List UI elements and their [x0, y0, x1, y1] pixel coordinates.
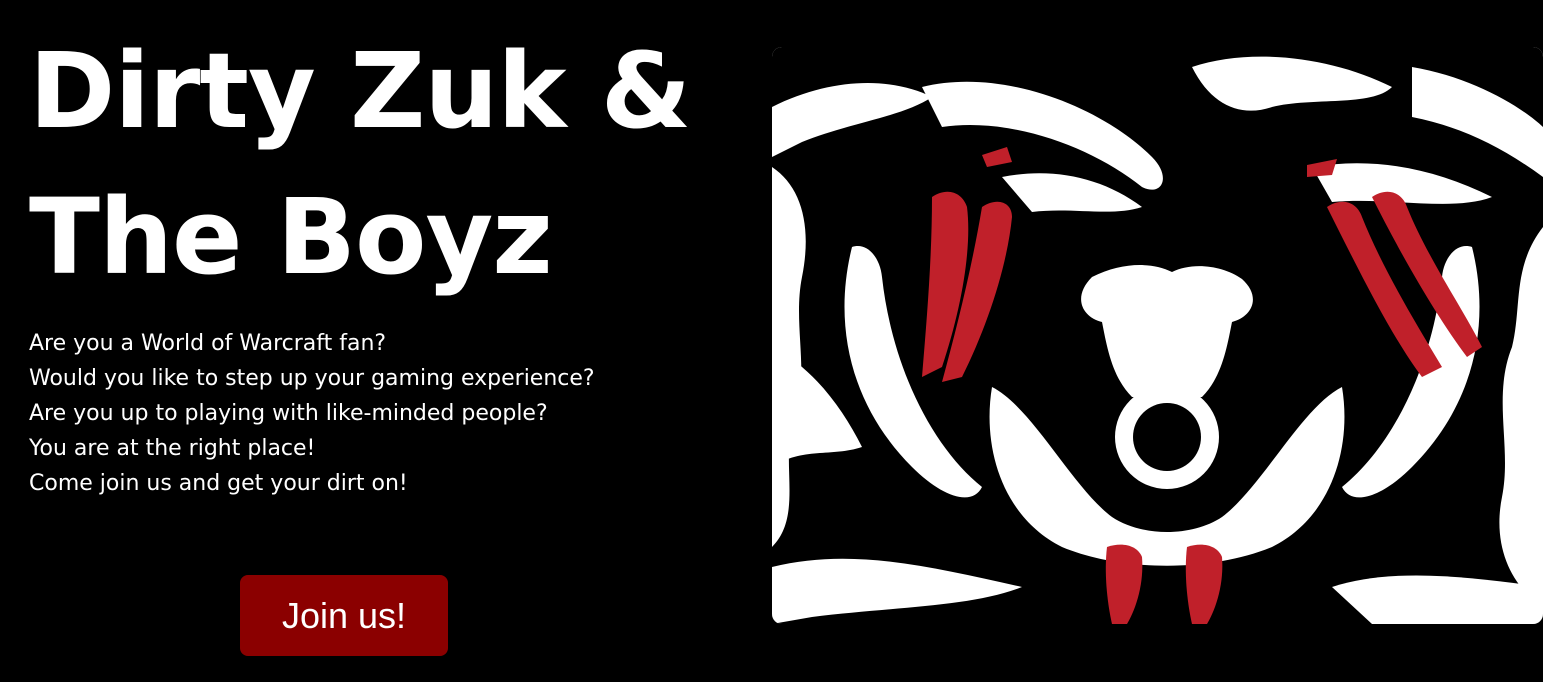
orc-face-image — [772, 47, 1543, 624]
hero-description: Are you a World of Warcraft fan? Would y… — [29, 326, 595, 501]
hero-line: Come join us and get your dirt on! — [29, 471, 408, 496]
hero-line: Are you a World of Warcraft fan? — [29, 331, 387, 356]
hero-line: You are at the right place! — [29, 436, 316, 461]
hero-line: Are you up to playing with like-minded p… — [29, 401, 548, 426]
join-us-button[interactable]: Join us! — [240, 575, 448, 656]
orc-face-icon — [772, 47, 1543, 624]
title-line-1: Dirty Zuk & — [29, 30, 692, 152]
title-line-2: The Boyz — [29, 176, 553, 298]
page-title: Dirty Zuk & The Boyz — [29, 18, 749, 310]
hero-line: Would you like to step up your gaming ex… — [29, 366, 595, 391]
hero-section: Dirty Zuk & The Boyz Are you a World of … — [29, 18, 749, 668]
